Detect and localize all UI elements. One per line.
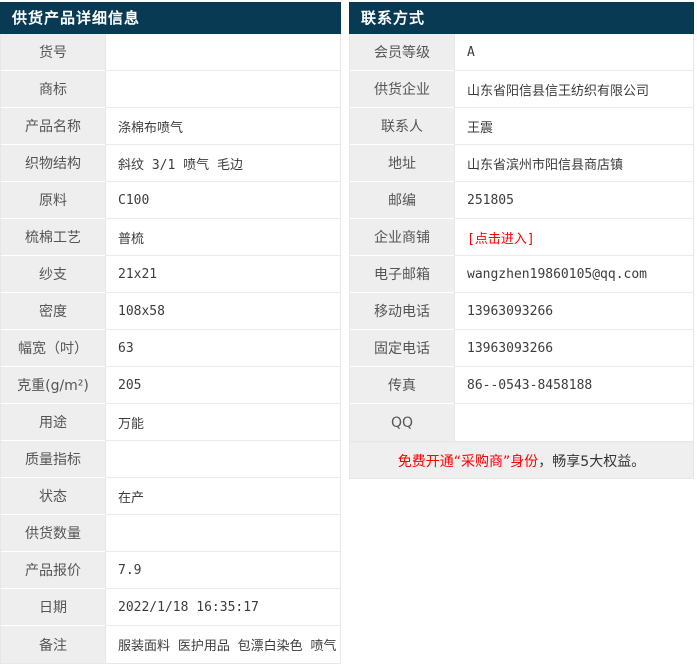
table-row: 联系人 王震 <box>350 108 693 145</box>
buyer-upgrade-notice: 免费开通“采购商”身份 ，畅享5大权益。 <box>349 442 694 479</box>
row-label: QQ <box>350 404 454 441</box>
row-value: 普梳 <box>105 219 340 256</box>
row-value: wangzhen19860105@qq.com <box>454 256 693 293</box>
table-row: 固定电话 13963093266 <box>350 330 693 367</box>
product-detail-title: 供货产品详细信息 <box>12 9 141 27</box>
row-label: 原料 <box>1 182 105 219</box>
row-label: 梳棉工艺 <box>1 219 105 256</box>
table-row: 传真 86--0543-8458188 <box>350 367 693 404</box>
row-label: 质量指标 <box>1 441 105 478</box>
table-row: 邮编 251805 <box>350 182 693 219</box>
table-row: 幅宽（吋） 63 <box>1 330 340 367</box>
row-label: 商标 <box>1 71 105 108</box>
table-row: 会员等级 A <box>350 34 693 71</box>
row-value: 205 <box>105 367 340 404</box>
row-label: 电子邮箱 <box>350 256 454 293</box>
table-row: 织物结构 斜纹 3/1 喷气 毛边 <box>1 145 340 182</box>
product-detail-panel: 供货产品详细信息 货号 商标 产品名称 涤棉布喷气 织物结构 斜纹 3/1 喷气… <box>0 2 341 664</box>
table-row: 梳棉工艺 普梳 <box>1 219 340 256</box>
table-row: QQ <box>350 404 693 441</box>
row-value <box>105 441 340 478</box>
contact-panel: 联系方式 会员等级 A 供货企业 山东省阳信县信王纺织有限公司 联系人 王震 地… <box>349 2 694 479</box>
table-row: 质量指标 <box>1 441 340 478</box>
table-row: 状态 在产 <box>1 478 340 515</box>
row-value: 63 <box>105 330 340 367</box>
row-label: 邮编 <box>350 182 454 219</box>
product-detail-title-bar: 供货产品详细信息 <box>0 2 341 34</box>
contact-table: 会员等级 A 供货企业 山东省阳信县信王纺织有限公司 联系人 王震 地址 山东省… <box>349 34 694 442</box>
row-label: 移动电话 <box>350 293 454 330</box>
row-value: 251805 <box>454 182 693 219</box>
row-value <box>105 34 340 71</box>
row-value <box>105 515 340 552</box>
row-value: 在产 <box>105 478 340 515</box>
row-label: 联系人 <box>350 108 454 145</box>
row-value: 山东省阳信县信王纺织有限公司 <box>454 71 693 108</box>
row-value: 2022/1/18 16:35:17 <box>105 589 340 626</box>
row-label: 传真 <box>350 367 454 404</box>
row-label: 密度 <box>1 293 105 330</box>
table-row: 企业商铺 [点击进入] <box>350 219 693 256</box>
row-label: 幅宽（吋） <box>1 330 105 367</box>
contact-title-bar: 联系方式 <box>349 2 694 34</box>
table-row: 产品名称 涤棉布喷气 <box>1 108 340 145</box>
row-label: 企业商铺 <box>350 219 454 256</box>
row-label: 纱支 <box>1 256 105 293</box>
row-label: 供货企业 <box>350 71 454 108</box>
row-value <box>105 71 340 108</box>
table-row: 供货企业 山东省阳信县信王纺织有限公司 <box>350 71 693 108</box>
row-value: 万能 <box>105 404 340 441</box>
row-value: 13963093266 <box>454 330 693 367</box>
row-label: 产品报价 <box>1 552 105 589</box>
row-value: 13963093266 <box>454 293 693 330</box>
table-row: 移动电话 13963093266 <box>350 293 693 330</box>
row-label: 供货数量 <box>1 515 105 552</box>
row-value: 服装面料 医护用品 包漂白染色 喷气 <box>105 626 340 663</box>
row-label: 货号 <box>1 34 105 71</box>
row-label: 备注 <box>1 626 105 663</box>
row-label: 用途 <box>1 404 105 441</box>
row-value <box>454 404 693 441</box>
row-label: 固定电话 <box>350 330 454 367</box>
table-row: 原料 C100 <box>1 182 340 219</box>
row-value: 7.9 <box>105 552 340 589</box>
row-value: 斜纹 3/1 喷气 毛边 <box>105 145 340 182</box>
row-label: 织物结构 <box>1 145 105 182</box>
table-row: 电子邮箱 wangzhen19860105@qq.com <box>350 256 693 293</box>
contact-title: 联系方式 <box>361 9 426 27</box>
table-row: 密度 108x58 <box>1 293 340 330</box>
table-row: 货号 <box>1 34 340 71</box>
buyer-upgrade-link[interactable]: 免费开通“采购商”身份 <box>398 451 539 471</box>
row-label: 克重(g/m²) <box>1 367 105 404</box>
row-value: 86--0543-8458188 <box>454 367 693 404</box>
row-value: 21x21 <box>105 256 340 293</box>
table-row: 纱支 21x21 <box>1 256 340 293</box>
row-value: A <box>454 34 693 71</box>
table-row: 克重(g/m²) 205 <box>1 367 340 404</box>
row-label: 日期 <box>1 589 105 626</box>
row-label: 地址 <box>350 145 454 182</box>
page: 供货产品详细信息 货号 商标 产品名称 涤棉布喷气 织物结构 斜纹 3/1 喷气… <box>0 0 697 666</box>
table-row: 商标 <box>1 71 340 108</box>
table-row: 供货数量 <box>1 515 340 552</box>
row-label: 会员等级 <box>350 34 454 71</box>
row-value: 108x58 <box>105 293 340 330</box>
row-label: 状态 <box>1 478 105 515</box>
table-row: 备注 服装面料 医护用品 包漂白染色 喷气 <box>1 626 340 663</box>
table-row: 地址 山东省滨州市阳信县商店镇 <box>350 145 693 182</box>
row-value: 王震 <box>454 108 693 145</box>
row-value: C100 <box>105 182 340 219</box>
row-label: 产品名称 <box>1 108 105 145</box>
product-detail-table: 货号 商标 产品名称 涤棉布喷气 织物结构 斜纹 3/1 喷气 毛边 原料 C1… <box>0 34 341 664</box>
buyer-upgrade-text: ，畅享5大权益。 <box>538 453 646 470</box>
table-row: 日期 2022/1/18 16:35:17 <box>1 589 340 626</box>
shop-enter-link[interactable]: [点击进入] <box>454 219 693 256</box>
row-value: 涤棉布喷气 <box>105 108 340 145</box>
table-row: 用途 万能 <box>1 404 340 441</box>
table-row: 产品报价 7.9 <box>1 552 340 589</box>
row-value: 山东省滨州市阳信县商店镇 <box>454 145 693 182</box>
